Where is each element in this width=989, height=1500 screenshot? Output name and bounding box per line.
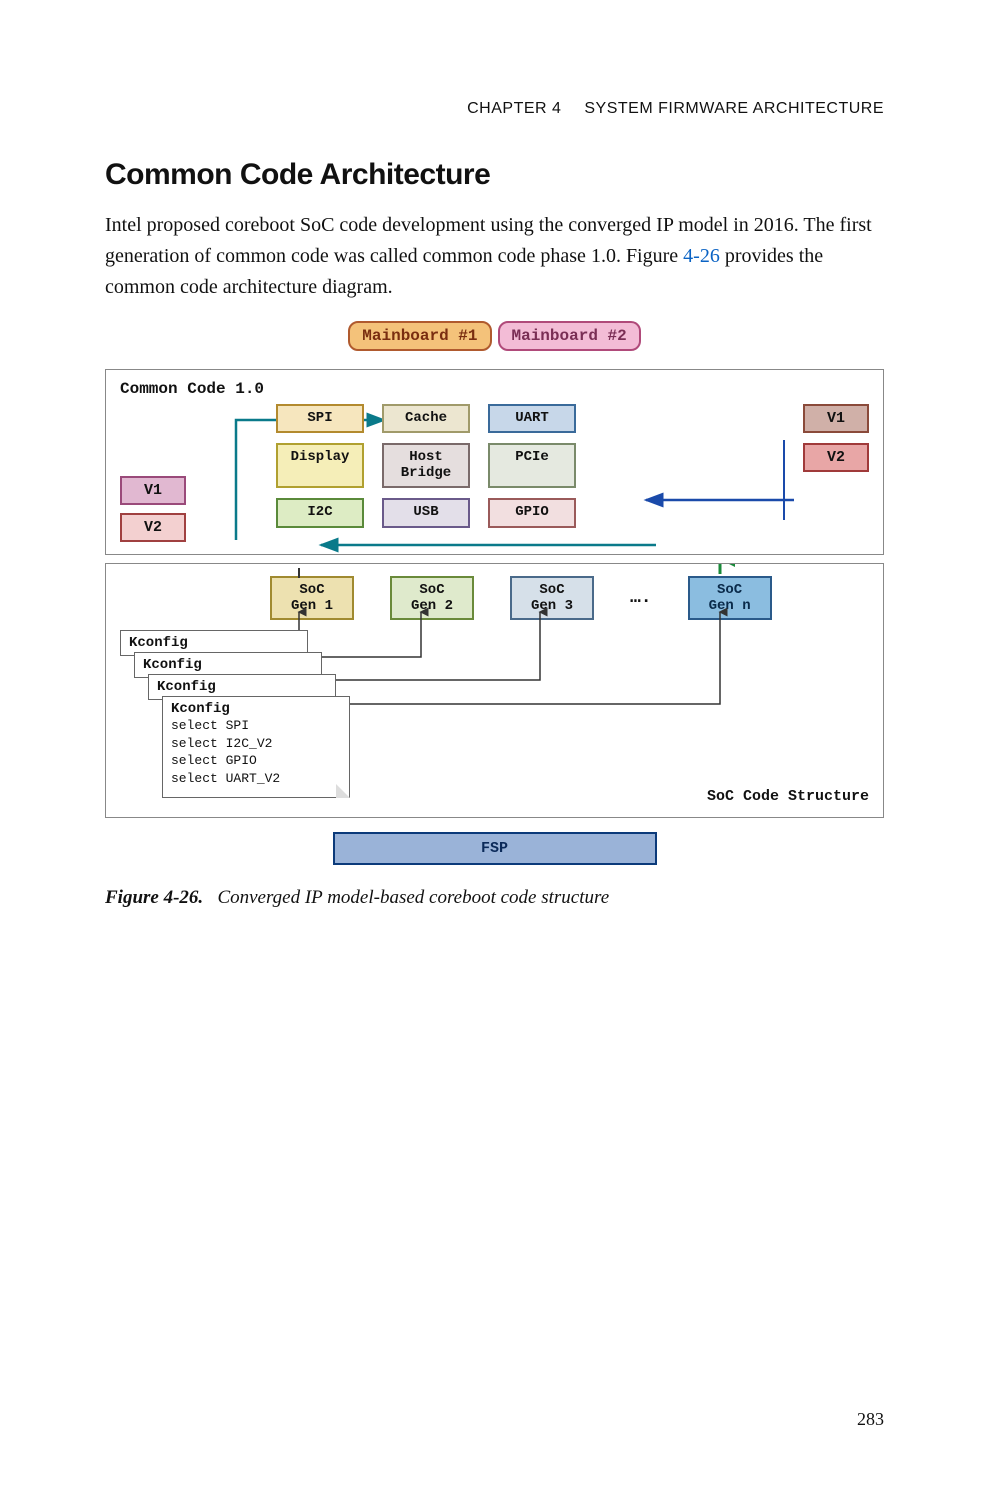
figure-diagram: Mainboard #1 Mainboard #2 Common Code 1.… bbox=[105, 321, 884, 865]
kconfig-card-4: Kconfig select SPI select I2C_V2 select … bbox=[162, 696, 350, 798]
chapter-title: SYSTEM FIRMWARE ARCHITECTURE bbox=[584, 100, 884, 117]
mainboard-2-chip: Mainboard #2 bbox=[498, 321, 641, 351]
chapter-label: CHAPTER 4 bbox=[467, 100, 561, 117]
dog-ear-icon bbox=[336, 784, 350, 798]
figure-reference-link[interactable]: 4-26 bbox=[683, 245, 720, 267]
module-pcie: PCIe bbox=[488, 443, 576, 488]
figure-caption: Figure 4-26. Converged IP model-based co… bbox=[105, 887, 884, 909]
soc-gen-1: SoC Gen 1 bbox=[270, 576, 354, 620]
version-v2-right-chip: V2 bbox=[803, 443, 869, 472]
mainboard-1-chip: Mainboard #1 bbox=[348, 321, 491, 351]
module-usb: USB bbox=[382, 498, 470, 527]
figure-caption-label: Figure 4-26. bbox=[105, 887, 203, 908]
kconfig-select-3: select GPIO bbox=[171, 752, 341, 770]
page-number: 283 bbox=[857, 1409, 884, 1430]
soc-gen-n: SoC Gen n bbox=[688, 576, 772, 620]
figure-caption-text: Converged IP model-based coreboot code s… bbox=[217, 887, 609, 908]
body-paragraph: Intel proposed coreboot SoC code develop… bbox=[105, 210, 884, 303]
module-spi: SPI bbox=[276, 404, 364, 433]
module-uart: UART bbox=[488, 404, 576, 433]
module-display: Display bbox=[276, 443, 364, 488]
kconfig-select-1: select SPI bbox=[171, 717, 341, 735]
soc-gen-2: SoC Gen 2 bbox=[390, 576, 474, 620]
running-header: CHAPTER 4 SYSTEM FIRMWARE ARCHITECTURE bbox=[105, 100, 884, 118]
common-code-box: Common Code 1.0 bbox=[105, 369, 884, 555]
module-host-bridge: Host Bridge bbox=[382, 443, 470, 488]
common-code-label: Common Code 1.0 bbox=[120, 380, 869, 398]
kconfig-stack: Kconfig Kconfig Kconfig Kconfig select S… bbox=[120, 630, 869, 805]
module-gpio: GPIO bbox=[488, 498, 576, 527]
kconfig-select-2: select I2C_V2 bbox=[171, 735, 341, 753]
soc-code-structure-label: SoC Code Structure bbox=[707, 788, 869, 805]
soc-ellipsis: …. bbox=[630, 588, 652, 608]
version-v1-left-chip: V1 bbox=[120, 476, 186, 505]
kconfig-select-4: select UART_V2 bbox=[171, 770, 341, 788]
version-v1-right-chip: V1 bbox=[803, 404, 869, 433]
kconfig-card-4-title: Kconfig bbox=[171, 701, 230, 717]
fsp-block: FSP bbox=[333, 832, 657, 865]
soc-code-structure-box: SoC Gen 1 SoC Gen 2 SoC Gen 3 …. SoC Gen… bbox=[105, 563, 884, 818]
section-heading: Common Code Architecture bbox=[105, 158, 884, 192]
soc-gen-3: SoC Gen 3 bbox=[510, 576, 594, 620]
module-cache: Cache bbox=[382, 404, 470, 433]
module-i2c: I2C bbox=[276, 498, 364, 527]
version-v2-left-chip: V2 bbox=[120, 513, 186, 542]
